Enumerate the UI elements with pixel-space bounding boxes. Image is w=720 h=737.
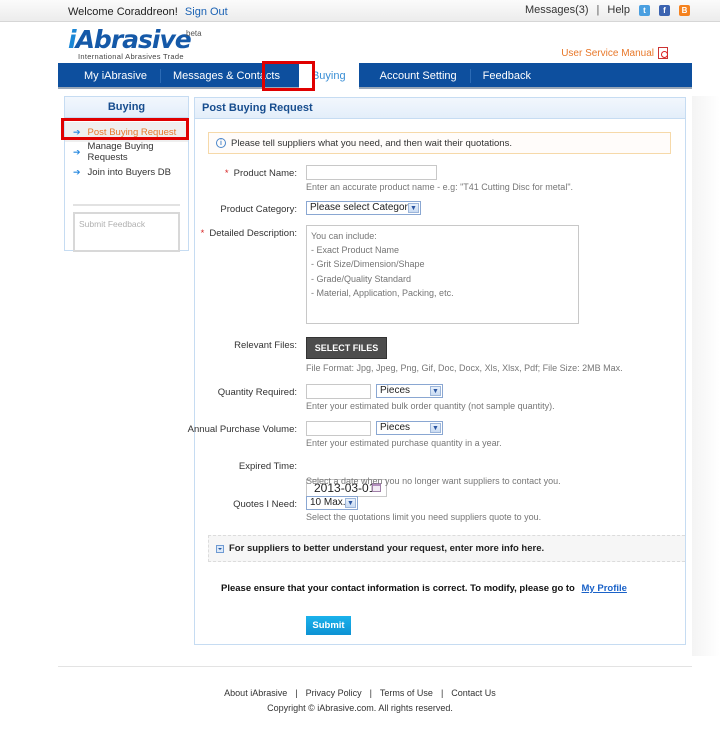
logo-wordmark: iAbrasive [68, 25, 192, 54]
files-hint: File Format: Jpg, Jpeg, Png, Gif, Doc, D… [306, 363, 623, 373]
annual-volume-unit-value: Pieces [380, 422, 411, 433]
arrow-right-icon: ➔ [73, 126, 81, 137]
quotes-label: Quotes I Need: [233, 499, 297, 510]
quantity-unit-select[interactable]: Pieces ▼ [376, 384, 443, 398]
product-name-hint: Enter an accurate product name - e.g: "T… [306, 182, 574, 192]
expired-time-hint: Select a date when you no longer want su… [306, 476, 561, 486]
info-icon: i [216, 138, 226, 148]
chevron-down-icon: ▼ [430, 423, 441, 433]
nav-feedback[interactable]: Feedback [469, 63, 544, 89]
description-textarea[interactable] [306, 225, 579, 324]
site-logo[interactable]: iAbrasive beta International Abrasives T… [68, 25, 202, 62]
separator: | [369, 688, 372, 698]
chevron-down-icon: ▼ [430, 386, 441, 396]
quantity-unit-value: Pieces [380, 385, 411, 396]
footer-link-about[interactable]: About iAbrasive [224, 688, 287, 698]
messages-link[interactable]: Messages(3) [525, 4, 589, 16]
separator: | [295, 688, 298, 698]
footer-link-privacy[interactable]: Privacy Policy [306, 688, 362, 698]
info-text: Please tell suppliers what you need, and… [231, 137, 512, 149]
sidebar-item-label: Join into Buyers DB [87, 166, 171, 178]
relevant-files-label: Relevant Files: [234, 340, 297, 351]
sign-out-link[interactable]: Sign Out [185, 6, 228, 18]
arrow-right-icon: ➔ [73, 146, 81, 157]
footer-link-terms[interactable]: Terms of Use [380, 688, 433, 698]
help-link[interactable]: Help [607, 4, 630, 16]
beta-label: beta [186, 29, 202, 38]
top-bar: Welcome Coraddreon! Sign Out Messages(3)… [0, 0, 720, 22]
quotes-hint: Select the quotations limit you need sup… [306, 512, 542, 522]
arrow-right-icon: ➔ [73, 166, 81, 177]
sidebar-divider [73, 204, 180, 206]
logo-tagline: International Abrasives Trade [78, 52, 184, 61]
quantity-label: Quantity Required: [217, 387, 297, 398]
product-category-select[interactable]: Please select Category ▼ [306, 201, 421, 215]
panel-title: Post Buying Request [195, 98, 685, 119]
sidebar-item-join-buyers-db[interactable]: ➔ Join into Buyers DB [65, 162, 188, 182]
sidebar-item-label: Post Buying Request [87, 126, 177, 138]
copyright: Copyright © iAbrasive.com. All rights re… [267, 703, 453, 713]
chevron-down-icon: ▼ [408, 203, 419, 213]
chevron-down-icon: ▼ [345, 498, 356, 508]
nav-buying[interactable]: Buying [298, 63, 359, 89]
footer-divider [58, 666, 692, 667]
welcome-area: Welcome Coraddreon! Sign Out [68, 6, 228, 18]
quotes-select[interactable]: 10 Max. ▼ [306, 496, 358, 510]
user-service-manual-link[interactable]: User Service Manual [561, 47, 668, 59]
quotes-value: 10 Max. [310, 497, 346, 508]
annual-volume-hint: Enter your estimated purchase quantity i… [306, 438, 502, 448]
blogger-icon[interactable]: B [679, 4, 690, 16]
expand-icon [216, 544, 224, 553]
nav-messages-contacts[interactable]: Messages & Contacts [159, 63, 293, 89]
nav-account-setting[interactable]: Account Setting [367, 63, 470, 89]
expired-time-label: Expired Time: [238, 461, 297, 472]
required-mark: * [200, 228, 205, 239]
annual-volume-label: Annual Purchase Volume: [187, 424, 297, 435]
sidebar: Buying ➔ Post Buying Request ➔ Manage Bu… [64, 96, 189, 252]
my-profile-link[interactable]: My Profile [582, 583, 627, 594]
submit-button[interactable]: Submit [306, 616, 351, 635]
select-files-button[interactable]: SELECT FILES [306, 337, 387, 359]
quantity-input[interactable] [306, 384, 371, 399]
annual-volume-input[interactable] [306, 421, 371, 436]
welcome-text: Welcome Coraddreon! [68, 6, 178, 18]
facebook-icon[interactable]: f [659, 4, 670, 16]
submit-feedback-box[interactable]: Submit Feedback [73, 212, 180, 252]
contact-info-notice: Please ensure that your contact informat… [221, 583, 627, 594]
product-category-value: Please select Category [310, 202, 413, 213]
product-name-label: * Product Name: [224, 168, 297, 179]
product-name-input[interactable] [306, 165, 437, 180]
manual-label: User Service Manual [561, 47, 654, 59]
nav-my-iabrasive[interactable]: My iAbrasive [58, 63, 160, 89]
more-info-text: For suppliers to better understand your … [229, 543, 545, 554]
top-right-links: Messages(3) | Help t f B [525, 4, 690, 16]
required-mark: * [224, 168, 229, 179]
sidebar-item-label: Manage Buying Requests [87, 141, 154, 163]
sidebar-title: Buying [65, 97, 188, 118]
separator: | [440, 688, 444, 698]
ensure-text: Please ensure that your contact informat… [221, 583, 575, 594]
product-category-label: Product Category: [220, 204, 297, 215]
quantity-hint: Enter your estimated bulk order quantity… [306, 401, 555, 411]
footer-links: About iAbrasive | Privacy Policy | Terms of … [0, 688, 720, 698]
more-info-toggle[interactable]: For suppliers to better understand your … [208, 535, 685, 562]
info-banner: i Please tell suppliers what you need, a… [208, 132, 671, 154]
annual-volume-unit-select[interactable]: Pieces ▼ [376, 421, 443, 435]
main-nav: My iAbrasive Messages & Contacts Buying … [58, 63, 692, 89]
sidebar-item-post-buying-request[interactable]: ➔ Post Buying Request [65, 122, 188, 142]
pdf-icon [658, 47, 668, 59]
footer-link-contact[interactable]: Contact Us [451, 688, 496, 698]
post-buying-request-panel: Post Buying Request i Please tell suppli… [188, 97, 686, 645]
sidebar-item-manage-buying-requests[interactable]: ➔ Manage Buying Requests [65, 141, 188, 163]
twitter-icon[interactable]: t [639, 4, 650, 16]
separator: | [596, 4, 600, 16]
right-shadow [692, 96, 720, 656]
description-label: * Detailed Description: [200, 228, 297, 239]
